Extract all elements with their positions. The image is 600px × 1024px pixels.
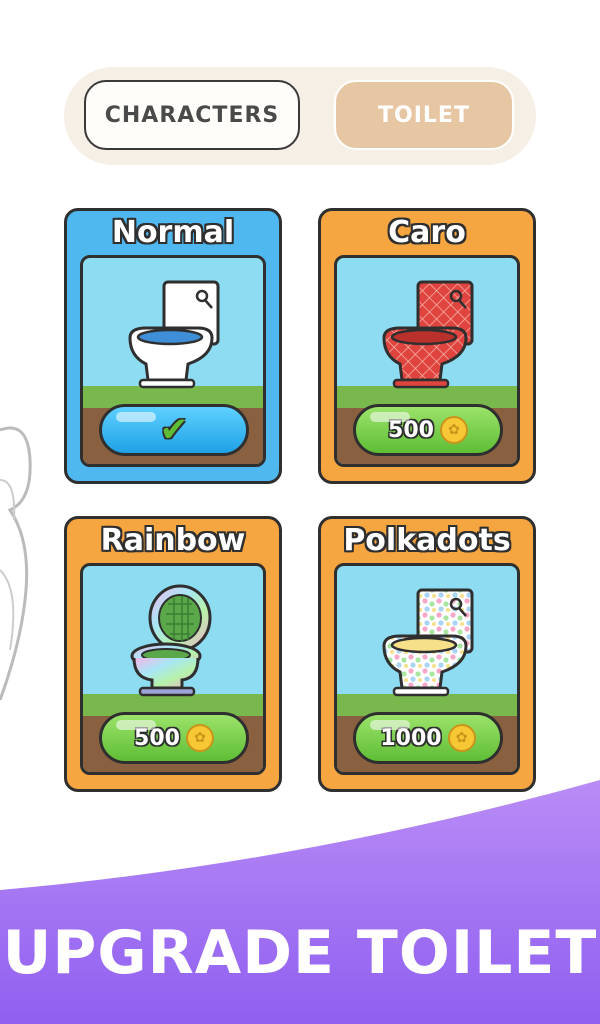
toilet-card-rainbow[interactable]: Rainbow 500 ✿: [64, 516, 282, 792]
card-preview: ✔: [80, 255, 266, 467]
coin-icon: ✿: [447, 724, 476, 752]
buy-button[interactable]: 500 ✿: [353, 404, 503, 456]
buy-button[interactable]: 500 ✿: [99, 712, 249, 764]
card-title: Normal: [111, 215, 235, 250]
button-gloss: [370, 412, 410, 422]
toilet-polkadots-icon: [382, 588, 474, 697]
button-gloss: [116, 412, 156, 422]
toilet-rainbow-icon: [130, 584, 212, 697]
buy-button[interactable]: 1000 ✿: [353, 712, 503, 764]
tab-toilet[interactable]: TOILET: [334, 80, 514, 150]
toilet-normal-icon: [128, 280, 220, 389]
equipped-button[interactable]: ✔: [99, 404, 249, 456]
toilet-card-caro[interactable]: Caro 500 ✿: [318, 208, 536, 484]
category-tab-bar: CHARACTERS TOILET: [64, 67, 536, 165]
tab-characters[interactable]: CHARACTERS: [84, 80, 300, 150]
card-title: Polkadots: [343, 523, 511, 558]
background-character-sketch: [0, 426, 32, 701]
card-preview: 1000 ✿: [334, 563, 520, 775]
card-preview: 500 ✿: [334, 255, 520, 467]
coin-icon: ✿: [185, 724, 214, 752]
toilet-card-polkadots[interactable]: Polkadots 1000 ✿: [318, 516, 536, 792]
coin-icon: ✿: [439, 416, 468, 444]
banner-title: UPGRADE TOILET: [2, 918, 598, 988]
toilet-card-normal[interactable]: Normal ✔: [64, 208, 282, 484]
card-title: Rainbow: [100, 523, 246, 558]
toilet-caro-icon: [382, 280, 474, 389]
button-gloss: [370, 720, 410, 730]
checkmark-icon: ✔: [159, 410, 189, 450]
button-gloss: [116, 720, 156, 730]
card-title: Caro: [388, 215, 466, 250]
card-preview: 500 ✿: [80, 563, 266, 775]
